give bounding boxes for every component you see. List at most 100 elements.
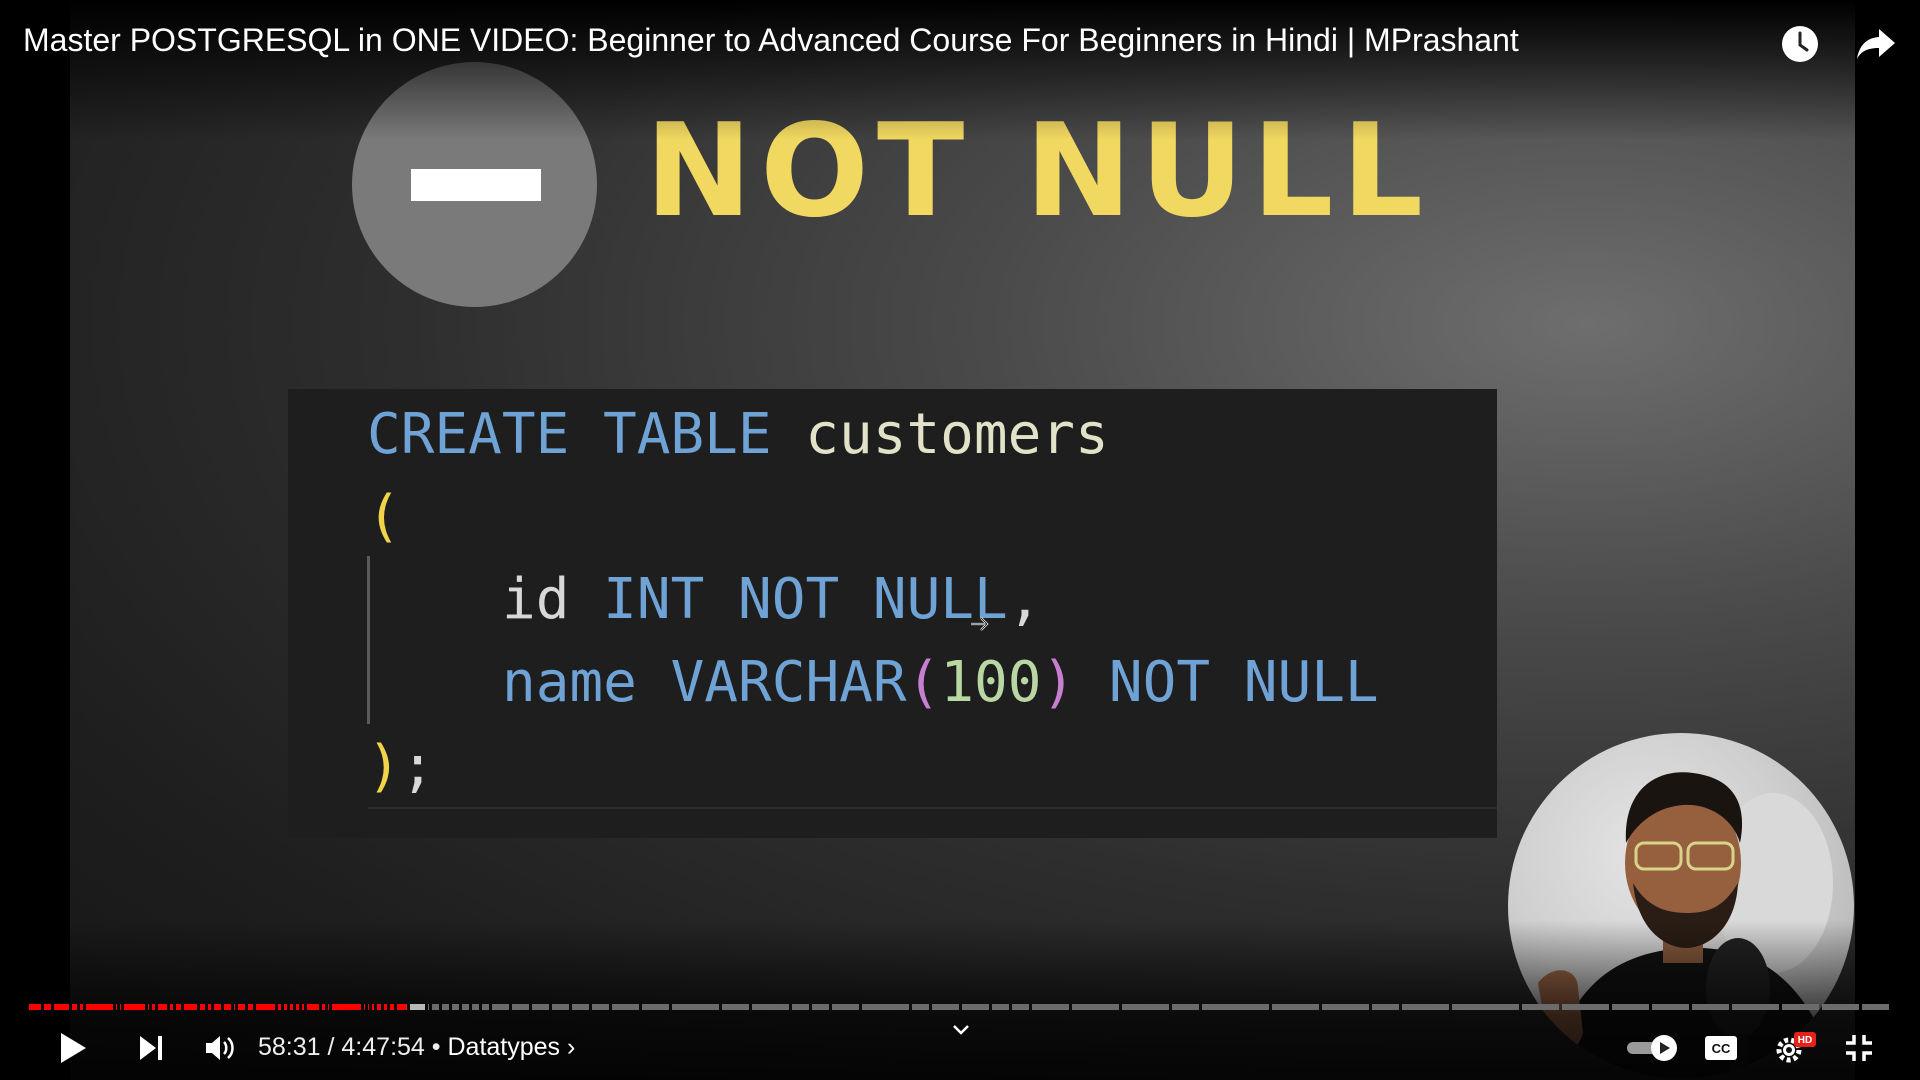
- volume-button[interactable]: [197, 1020, 243, 1076]
- progress-chapter-segment[interactable]: [368, 1004, 369, 1010]
- progress-chapter-segment[interactable]: [792, 1004, 809, 1010]
- settings-button[interactable]: HD: [1770, 1020, 1820, 1076]
- play-button[interactable]: [50, 1020, 96, 1076]
- progress-chapter-segment[interactable]: [532, 1004, 549, 1010]
- progress-chapter-segment[interactable]: [428, 1004, 429, 1010]
- captions-button[interactable]: CC: [1700, 1020, 1742, 1076]
- progress-chapter-segment[interactable]: [1452, 1004, 1519, 1010]
- progress-chapter-segment[interactable]: [1202, 1004, 1269, 1010]
- video-title[interactable]: Master POSTGRESQL in ONE VIDEO: Beginner…: [23, 22, 1519, 59]
- progress-chapter-segment[interactable]: [752, 1004, 789, 1010]
- watch-later-icon[interactable]: [1776, 20, 1824, 68]
- progress-chapter-segment[interactable]: [552, 1004, 569, 1010]
- progress-chapter-segment[interactable]: [1122, 1004, 1169, 1010]
- progress-chapter-segment[interactable]: [1322, 1004, 1369, 1010]
- progress-chapter-segment[interactable]: [214, 1004, 221, 1010]
- progress-chapter-segment[interactable]: [862, 1004, 909, 1010]
- progress-chapter-segment[interactable]: [642, 1004, 669, 1010]
- progress-chapter-segment[interactable]: [592, 1004, 609, 1010]
- progress-chapter-segment[interactable]: [72, 1004, 77, 1010]
- progress-chapter-segment[interactable]: [612, 1004, 639, 1010]
- chapter-title[interactable]: Datatypes ›: [447, 1033, 575, 1061]
- progress-chapter-segment[interactable]: [278, 1004, 281, 1010]
- progress-chapter-segment[interactable]: [1732, 1004, 1779, 1010]
- progress-chapter-segment[interactable]: [1822, 1004, 1859, 1010]
- chapter-label[interactable]: Datatypes: [447, 1033, 560, 1061]
- progress-chapter-segment[interactable]: [672, 1004, 719, 1010]
- video-player[interactable]: NOT NULL CREATE TABLE customers ( id INT…: [0, 0, 1920, 1080]
- progress-chapter-segment[interactable]: [390, 1004, 394, 1010]
- progress-chapter-segment[interactable]: [372, 1004, 374, 1010]
- progress-chapter-segment[interactable]: [1562, 1004, 1609, 1010]
- progress-chapter-segment[interactable]: [86, 1004, 113, 1010]
- progress-chapter-segment[interactable]: [148, 1004, 149, 1010]
- progress-bar[interactable]: [29, 1004, 1889, 1010]
- chapter-chevron-icon[interactable]: ›: [567, 1033, 575, 1061]
- progress-chapter-segment[interactable]: [302, 1004, 304, 1010]
- progress-chapter-segment[interactable]: [962, 1004, 989, 1010]
- progress-chapter-segment[interactable]: [332, 1004, 361, 1010]
- progress-chapter-segment[interactable]: [184, 1004, 197, 1010]
- progress-chapter-segment[interactable]: [1612, 1004, 1649, 1010]
- progress-chapter-segment[interactable]: [158, 1004, 167, 1010]
- progress-chapter-segment[interactable]: [44, 1004, 51, 1010]
- progress-chapter-segment[interactable]: [1522, 1004, 1559, 1010]
- progress-chapter-segment[interactable]: [290, 1004, 293, 1010]
- progress-chapter-segment[interactable]: [234, 1004, 235, 1010]
- progress-chapter-segment[interactable]: [1782, 1004, 1819, 1010]
- progress-chapter-segment[interactable]: [442, 1004, 449, 1010]
- progress-chapter-segment[interactable]: [364, 1004, 365, 1010]
- progress-chapter-segment[interactable]: [170, 1004, 173, 1010]
- progress-chapter-segment[interactable]: [482, 1004, 489, 1010]
- progress-chapter-segment[interactable]: [572, 1004, 589, 1010]
- progress-chapter-segment[interactable]: [296, 1004, 299, 1010]
- progress-chapter-segment[interactable]: [832, 1004, 859, 1010]
- progress-chapter-segment[interactable]: [120, 1004, 121, 1010]
- progress-chapter-segment[interactable]: [384, 1004, 387, 1010]
- progress-chapter-segment[interactable]: [992, 1004, 1009, 1010]
- progress-chapter-segment[interactable]: [248, 1004, 253, 1010]
- progress-chapter-segment[interactable]: [462, 1004, 469, 1010]
- progress-chapter-segment[interactable]: [1372, 1004, 1399, 1010]
- progress-chapter-segment[interactable]: [932, 1004, 959, 1010]
- progress-chapter-segment[interactable]: [80, 1004, 83, 1010]
- progress-chapter-segment[interactable]: [1402, 1004, 1449, 1010]
- progress-chapter-segment[interactable]: [322, 1004, 325, 1010]
- progress-chapter-segment[interactable]: [238, 1004, 245, 1010]
- chevron-down-icon[interactable]: [945, 1014, 977, 1046]
- progress-chapter-segment[interactable]: [812, 1004, 829, 1010]
- progress-chapter-segment[interactable]: [152, 1004, 155, 1010]
- progress-chapter-segment[interactable]: [307, 1004, 319, 1010]
- progress-chapter-segment[interactable]: [472, 1004, 479, 1010]
- progress-chapter-segment[interactable]: [116, 1004, 117, 1010]
- share-icon[interactable]: [1852, 20, 1900, 68]
- progress-chapter-segment[interactable]: [410, 1004, 425, 1010]
- progress-chapter-segment[interactable]: [722, 1004, 749, 1010]
- progress-chapter-segment[interactable]: [1172, 1004, 1199, 1010]
- progress-chapter-segment[interactable]: [1652, 1004, 1689, 1010]
- progress-chapter-segment[interactable]: [328, 1004, 329, 1010]
- progress-chapter-segment[interactable]: [54, 1004, 69, 1010]
- progress-chapter-segment[interactable]: [377, 1004, 381, 1010]
- progress-chapter-segment[interactable]: [452, 1004, 459, 1010]
- progress-chapter-segment[interactable]: [492, 1004, 509, 1010]
- progress-chapter-segment[interactable]: [1862, 1004, 1889, 1010]
- progress-chapter-segment[interactable]: [912, 1004, 929, 1010]
- progress-chapter-segment[interactable]: [432, 1004, 439, 1010]
- progress-chapter-segment[interactable]: [200, 1004, 205, 1010]
- progress-chapter-segment[interactable]: [512, 1004, 529, 1010]
- next-button[interactable]: [128, 1020, 174, 1076]
- progress-chapter-segment[interactable]: [124, 1004, 145, 1010]
- progress-chapter-segment[interactable]: [1012, 1004, 1029, 1010]
- autoplay-toggle[interactable]: [1622, 1020, 1682, 1076]
- progress-chapter-segment[interactable]: [256, 1004, 275, 1010]
- progress-chapter-segment[interactable]: [224, 1004, 231, 1010]
- progress-chapter-segment[interactable]: [284, 1004, 287, 1010]
- progress-chapter-segment[interactable]: [1692, 1004, 1729, 1010]
- progress-chapter-segment[interactable]: [176, 1004, 181, 1010]
- progress-chapter-segment[interactable]: [397, 1004, 407, 1010]
- exit-fullscreen-button[interactable]: [1836, 1020, 1882, 1076]
- progress-chapter-segment[interactable]: [1032, 1004, 1069, 1010]
- progress-chapter-segment[interactable]: [1272, 1004, 1319, 1010]
- progress-chapter-segment[interactable]: [208, 1004, 211, 1010]
